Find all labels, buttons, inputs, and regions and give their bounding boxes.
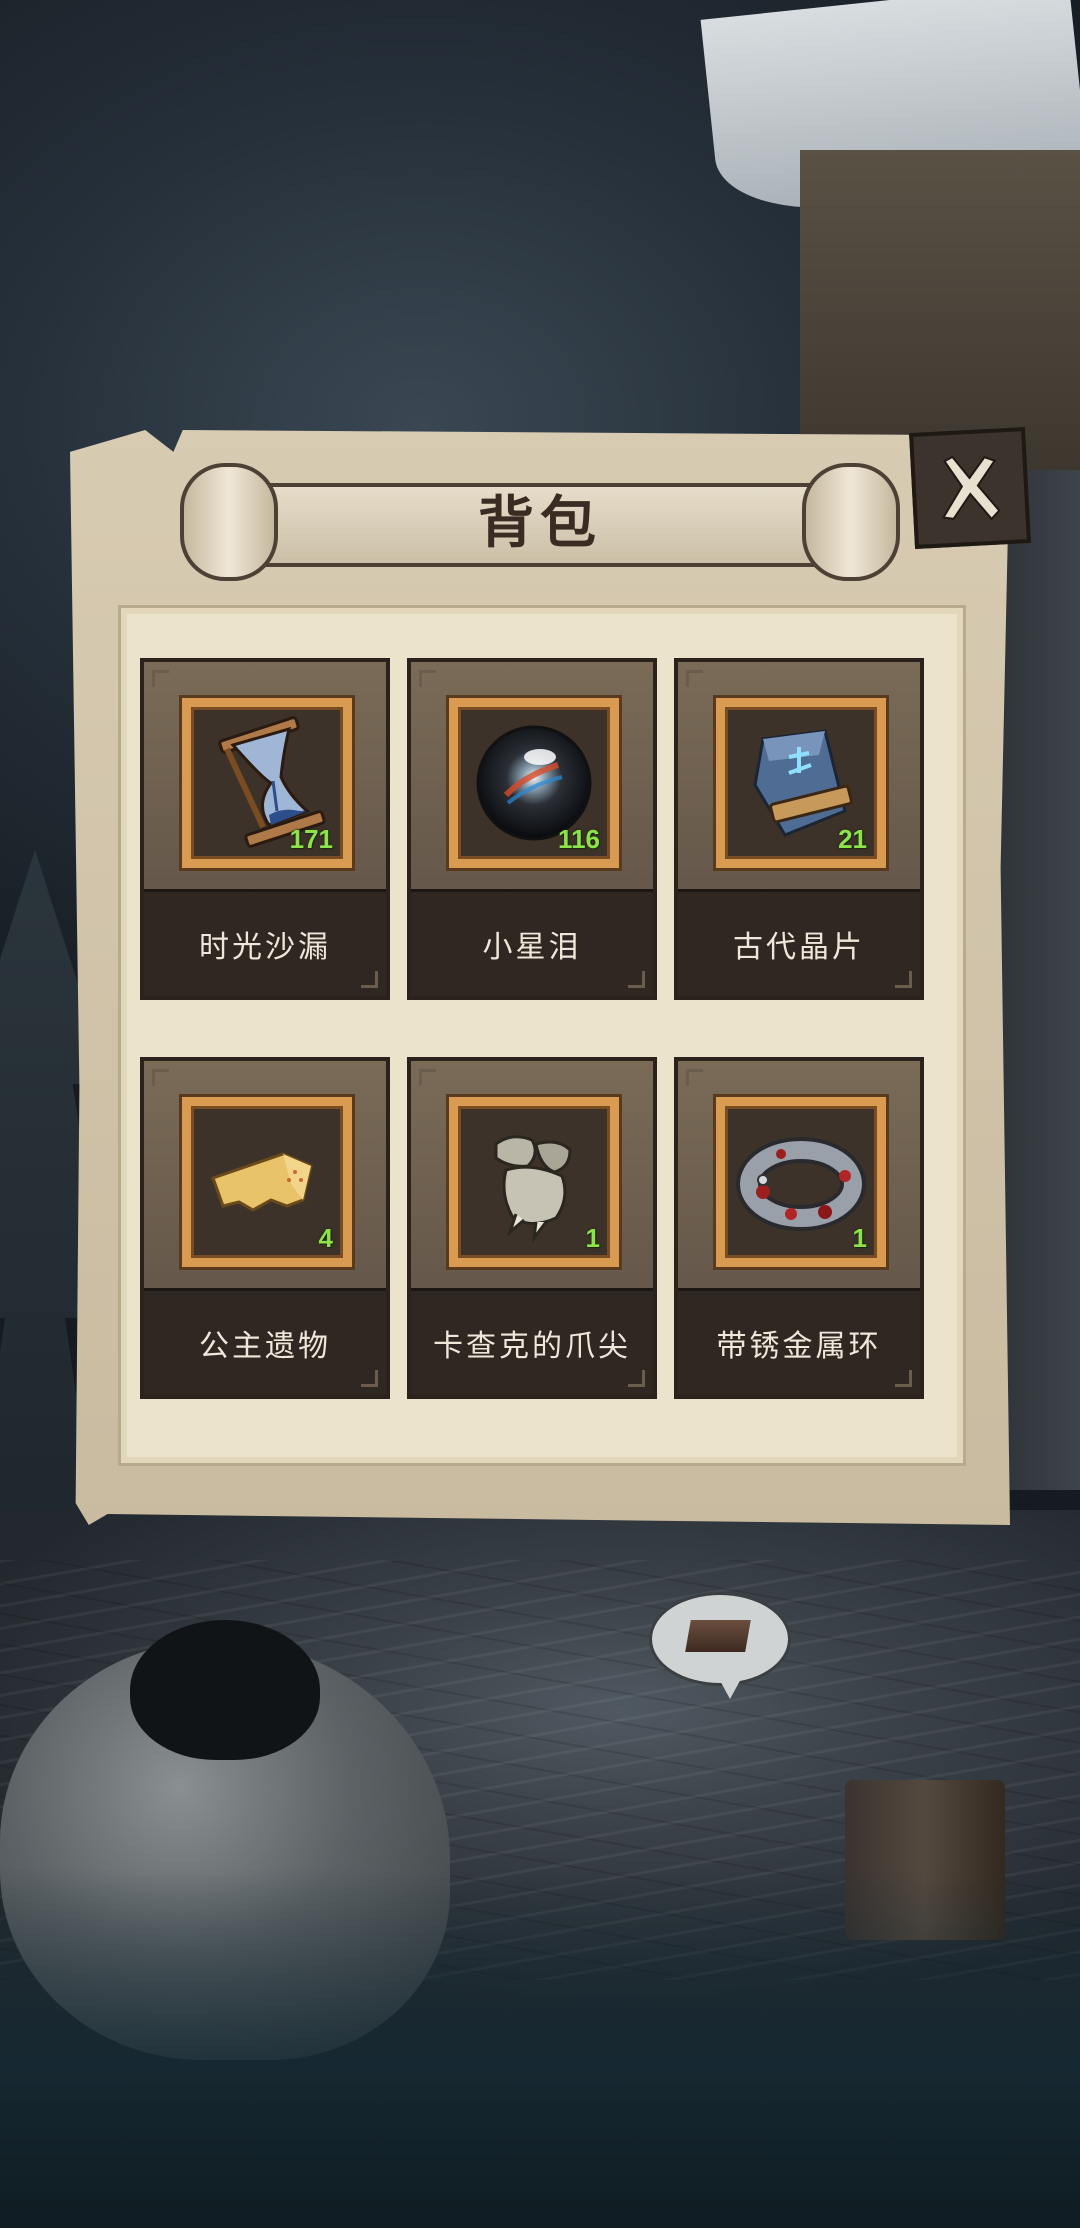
- dialog-title: 背包: [478, 490, 602, 556]
- item-name: 时光沙漏: [144, 889, 386, 996]
- item-frame: 171: [182, 698, 352, 868]
- item-frame: 1: [716, 1097, 886, 1267]
- close-button[interactable]: [909, 427, 1031, 549]
- rusty-metal-ring-icon: [736, 1137, 866, 1231]
- title-banner: 背包: [180, 455, 900, 585]
- item-card-ancient-shard[interactable]: 21 古代晶片: [674, 658, 924, 1000]
- princess-relic-icon: [211, 1152, 313, 1212]
- item-name: 公主遗物: [144, 1288, 386, 1395]
- item-card-princess-relic[interactable]: 4 公主遗物: [140, 1057, 390, 1399]
- item-frame: 1: [449, 1097, 619, 1267]
- foreground-grass: [0, 1868, 1080, 2228]
- item-card-hourglass[interactable]: 171 时光沙漏: [140, 658, 390, 1000]
- item-frame: 21: [716, 698, 886, 868]
- item-card-rusty-ring[interactable]: 1 带锈金属环: [674, 1057, 924, 1399]
- item-count: 1: [585, 1223, 600, 1253]
- item-frame: 116: [449, 698, 619, 868]
- house-wall: [800, 150, 1080, 470]
- item-name: 带锈金属环: [678, 1288, 920, 1395]
- house-side: [995, 470, 1080, 1490]
- item-frame: 4: [182, 1097, 352, 1267]
- item-name: 古代晶片: [678, 889, 920, 996]
- item-name: 卡查克的爪尖: [411, 1288, 653, 1395]
- sleeping-bear: [130, 1620, 320, 1760]
- item-count: 116: [558, 824, 600, 854]
- item-count: 1: [852, 1223, 867, 1253]
- claw-tip-icon: [494, 1135, 572, 1244]
- close-icon: [941, 455, 1001, 521]
- item-card-claw-tip[interactable]: 1 卡查克的爪尖: [407, 1057, 657, 1399]
- brick-icon: [685, 1620, 751, 1652]
- item-count: 171: [289, 824, 333, 854]
- item-count: 21: [838, 824, 867, 854]
- item-card-star-tear[interactable]: 116 小星泪: [407, 658, 657, 1000]
- item-name: 小星泪: [411, 889, 653, 996]
- item-count: 4: [318, 1223, 333, 1253]
